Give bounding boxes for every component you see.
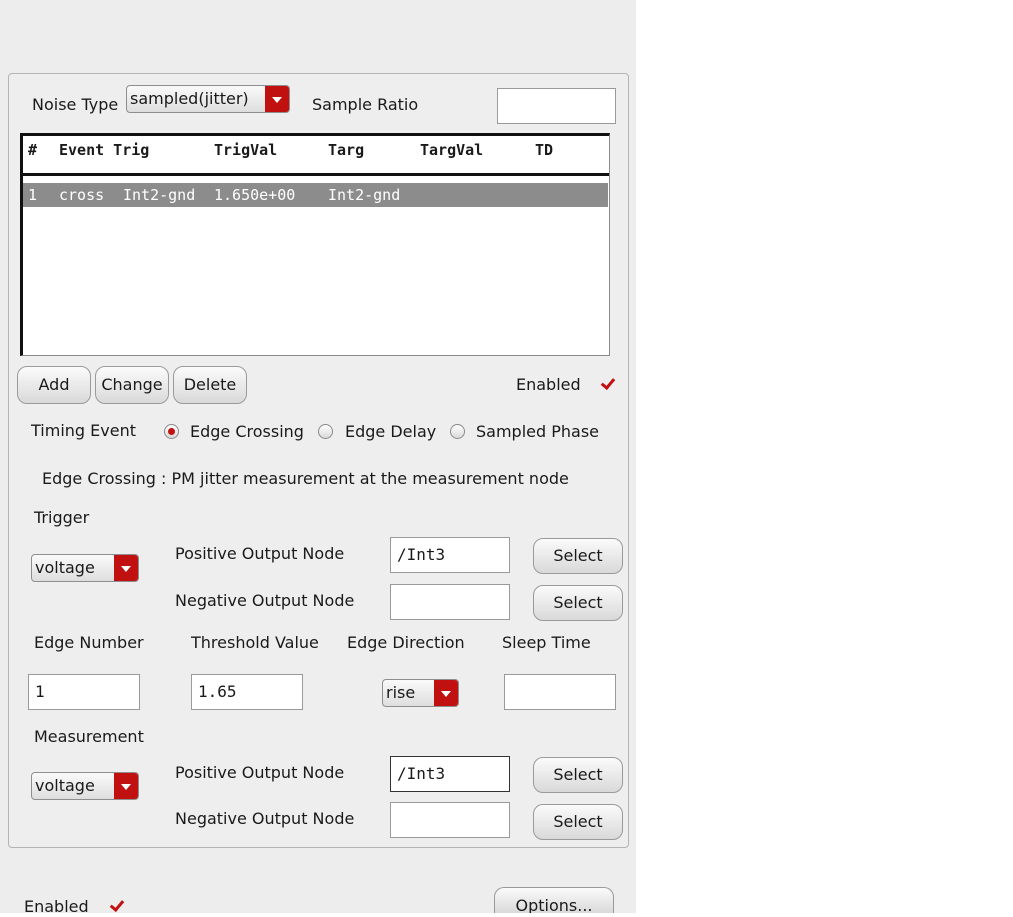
cell-trigval: 1.650e+00 — [214, 186, 296, 204]
cell-trig: Int2-gnd — [123, 186, 196, 204]
cell-targ: Int2-gnd — [328, 186, 401, 204]
trigger-pos-node-label: Positive Output Node — [175, 544, 345, 563]
bottom-enabled-checkbox[interactable] — [108, 898, 124, 914]
sample-ratio-label: Sample Ratio — [312, 95, 419, 114]
chevron-down-icon — [114, 773, 138, 799]
edge-direction-label: Edge Direction — [347, 633, 465, 652]
table-header-divider — [23, 173, 609, 182]
chevron-down-icon — [434, 680, 458, 706]
edge-delay-radio[interactable] — [318, 424, 333, 439]
col-header-targ: Targ — [328, 141, 365, 159]
trigger-neg-node-input[interactable] — [390, 584, 510, 620]
col-header-event-trig: Event Trig — [59, 141, 150, 159]
trigger-label: Trigger — [34, 508, 90, 527]
trigger-neg-node-label: Negative Output Node — [175, 591, 355, 610]
cell-num: 1 — [28, 186, 38, 204]
table-header: # Event Trig TrigVal Targ TargVal TD — [23, 136, 609, 170]
edge-number-label: Edge Number — [34, 633, 144, 652]
edge-crossing-label[interactable]: Edge Crossing — [190, 422, 304, 442]
event-table[interactable]: # Event Trig TrigVal Targ TargVal TD 1 c… — [20, 133, 610, 356]
edge-crossing-radio[interactable] — [164, 424, 179, 439]
measurement-label: Measurement — [34, 727, 144, 746]
col-header-trigval: TrigVal — [214, 141, 278, 159]
timing-event-label: Timing Event — [31, 421, 136, 440]
sample-ratio-input[interactable] — [497, 88, 616, 124]
options-button[interactable]: Options... — [494, 887, 614, 913]
delete-button[interactable]: Delete — [173, 366, 247, 404]
trigger-pos-select-button[interactable]: Select — [533, 538, 623, 574]
sleep-time-label: Sleep Time — [502, 633, 591, 652]
edge-direction-combo[interactable]: rise — [382, 679, 459, 707]
chevron-down-icon — [114, 555, 138, 581]
sampled-phase-radio[interactable] — [450, 424, 465, 439]
measurement-pos-node-label: Positive Output Node — [175, 763, 345, 782]
col-header-num: # — [28, 141, 38, 159]
noise-type-combo[interactable]: sampled(jitter) — [126, 85, 290, 113]
table-row[interactable]: 1 cross Int2-gnd 1.650e+00 Int2-gnd — [23, 183, 608, 207]
measurement-neg-select-button[interactable]: Select — [533, 804, 623, 840]
measurement-type-combo[interactable]: voltage — [31, 772, 139, 800]
enabled-checkbox[interactable] — [599, 376, 615, 392]
noise-type-value: sampled(jitter) — [130, 89, 249, 108]
col-header-targval: TargVal — [420, 141, 484, 159]
edge-number-input[interactable]: 1 — [28, 674, 140, 710]
trigger-type-value: voltage — [35, 558, 95, 577]
mode-description: Edge Crossing : PM jitter measurement at… — [42, 469, 569, 488]
chevron-down-icon — [265, 86, 289, 112]
threshold-label: Threshold Value — [191, 633, 319, 652]
threshold-input[interactable]: 1.65 — [191, 674, 303, 710]
edge-delay-label[interactable]: Edge Delay — [345, 422, 436, 442]
change-button[interactable]: Change — [95, 366, 169, 404]
cell-event: cross — [59, 186, 105, 204]
add-button[interactable]: Add — [17, 366, 91, 404]
bottom-enabled-label: Enabled — [24, 897, 89, 916]
edge-direction-value: rise — [386, 683, 416, 702]
measurement-neg-node-input[interactable] — [390, 802, 510, 838]
measurement-neg-node-label: Negative Output Node — [175, 809, 355, 828]
trigger-type-combo[interactable]: voltage — [31, 554, 139, 582]
measurement-type-value: voltage — [35, 776, 95, 795]
sampled-phase-label[interactable]: Sampled Phase — [476, 422, 599, 442]
trigger-pos-node-input[interactable]: /Int3 — [390, 537, 510, 573]
measurement-pos-node-input[interactable]: /Int3 — [390, 756, 510, 792]
trigger-neg-select-button[interactable]: Select — [533, 585, 623, 621]
noise-type-label: Noise Type — [32, 95, 119, 114]
sleep-time-input[interactable] — [504, 674, 616, 710]
enabled-label: Enabled — [516, 375, 581, 394]
col-header-td: TD — [535, 141, 554, 159]
measurement-pos-select-button[interactable]: Select — [533, 757, 623, 793]
